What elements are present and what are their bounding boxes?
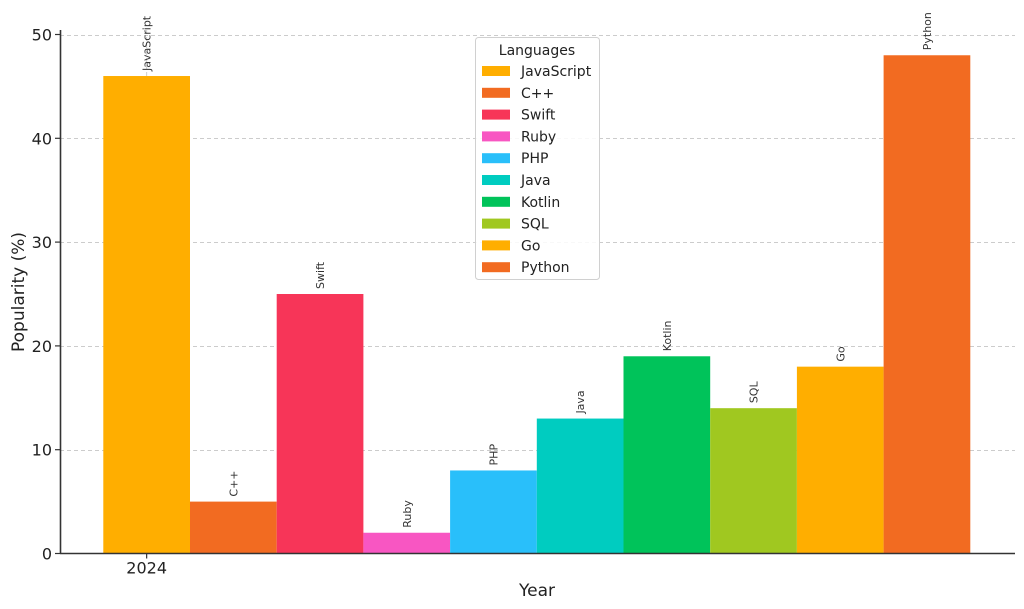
y-tick-label: 30 [32, 233, 52, 252]
bar-label: Java [574, 390, 587, 414]
legend-label: C++ [521, 86, 554, 102]
bar-label: Go [834, 346, 847, 362]
legend-swatch [482, 175, 510, 185]
legend-label: Kotlin [521, 195, 560, 211]
bar-label: Swift [314, 261, 327, 289]
legend-label: Swift [521, 108, 556, 124]
legend-label: Ruby [521, 129, 556, 145]
x-tick-label: 2024 [126, 559, 167, 578]
legend-label: SQL [521, 217, 549, 233]
y-ticks: 0 10 20 30 40 50 [32, 26, 60, 564]
bar-c- [190, 501, 277, 554]
bar-sql [710, 408, 797, 554]
y-tick-label: 40 [32, 129, 52, 148]
legend-swatch [482, 262, 510, 273]
x-ticks: 2024 [126, 553, 167, 578]
bar-go [796, 366, 884, 554]
legend-title: Languages [499, 43, 575, 59]
bar-java [536, 418, 624, 554]
bar-label: Python [921, 12, 934, 50]
legend-label: Go [521, 238, 540, 254]
y-tick-label: 0 [42, 545, 52, 564]
legend-swatch [482, 196, 510, 207]
legend-label: Python [521, 260, 570, 276]
bar-ruby [363, 532, 451, 554]
legend-label: JavaScript [520, 64, 592, 80]
bar-label: Ruby [401, 500, 414, 528]
legend-label: PHP [521, 151, 548, 167]
legend-swatch [482, 240, 510, 251]
bar-label: PHP [487, 444, 500, 466]
legend-label: Java [520, 173, 551, 189]
legend-swatch [482, 131, 510, 142]
y-tick-label: 20 [32, 337, 52, 356]
y-tick-label: 50 [32, 26, 52, 45]
bar-swift [276, 294, 364, 554]
bar-label: JavaScript [141, 15, 154, 72]
bar-php [450, 470, 537, 554]
legend-swatch [482, 153, 510, 164]
legend-swatch [482, 66, 510, 76]
bar-chart: JavaScript C++ Swift Ruby PHP Java Kotlin SQL Go… [9, 12, 1015, 601]
bar-kotlin [623, 356, 711, 554]
x-axis-label: Year [518, 581, 555, 601]
bar-javascript [103, 76, 190, 554]
legend-swatch [482, 87, 510, 98]
y-axis-label: Popularity (%) [9, 232, 29, 352]
legend-swatch [482, 218, 510, 229]
bar-python [883, 55, 971, 554]
bar-label: C++ [227, 470, 240, 496]
bar-label: SQL [748, 381, 761, 404]
y-tick-label: 10 [32, 441, 52, 460]
legend-swatch [482, 109, 510, 120]
bar-label: Kotlin [661, 320, 674, 351]
legend: Languages JavaScript C++ Swift Ruby PHP Java K… [475, 37, 600, 280]
